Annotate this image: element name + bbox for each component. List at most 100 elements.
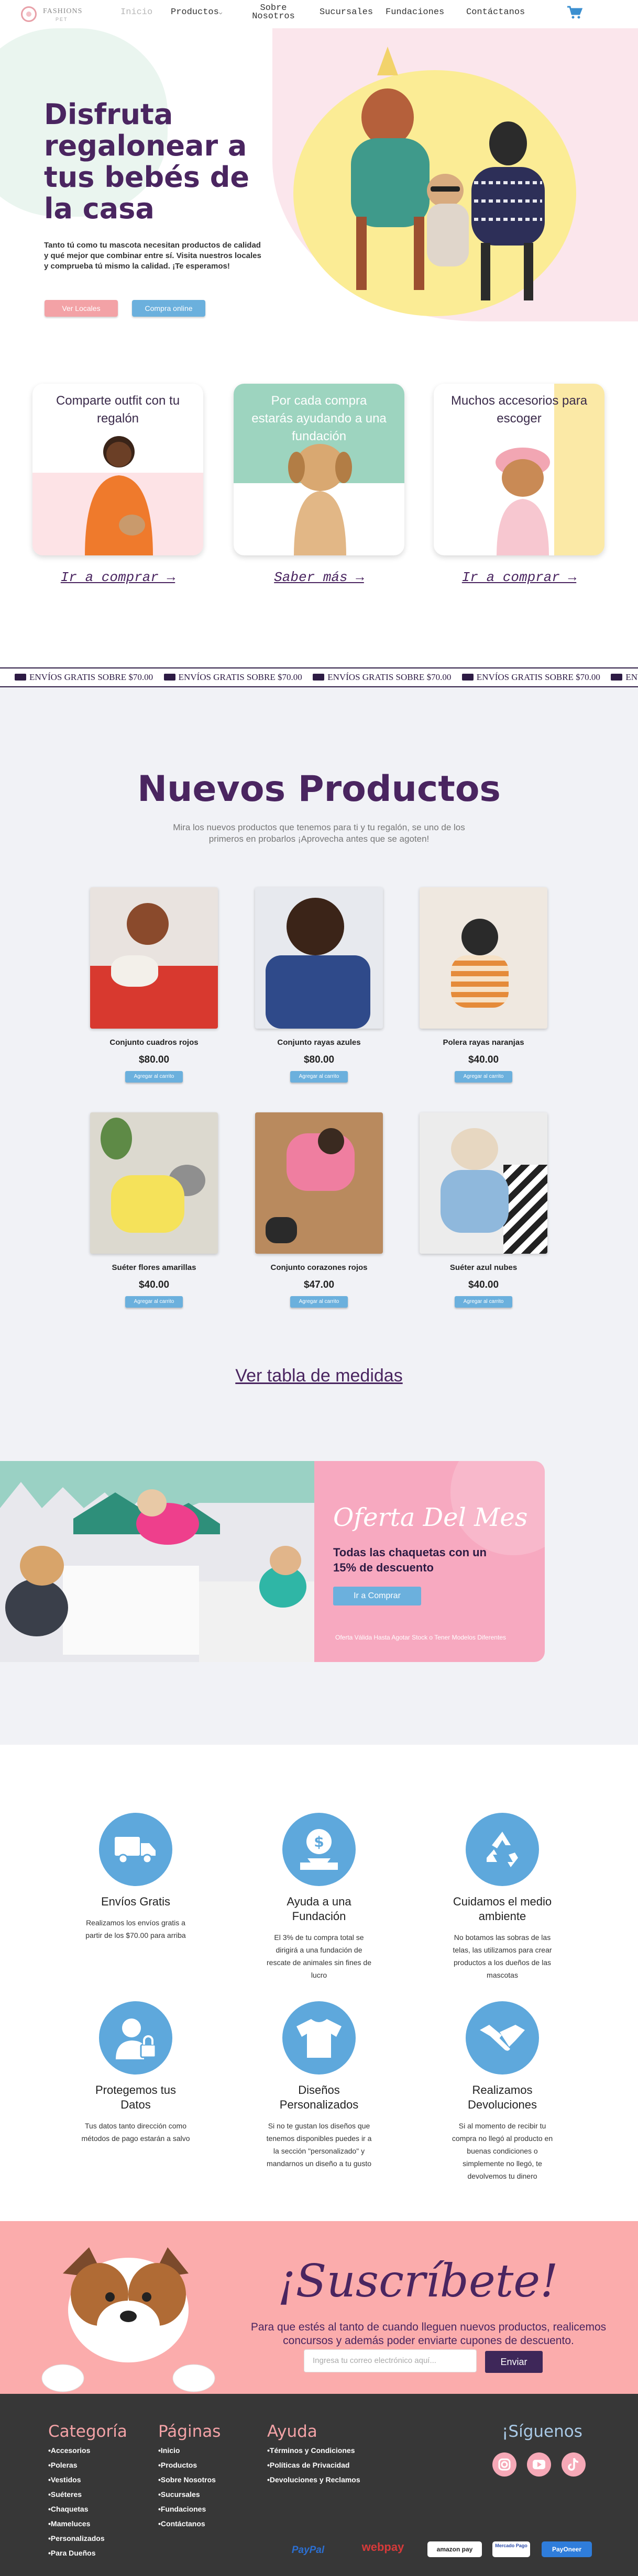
footer-link[interactable]: •Mameluces <box>48 2516 127 2531</box>
footer-link[interactable]: •Personalizados <box>48 2531 127 2546</box>
free-shipping-marquee: ENVÍOS GRATIS SOBRE $70.00 ENVÍOS GRATIS… <box>0 667 638 687</box>
footer-link[interactable]: •Chaquetas <box>48 2502 127 2516</box>
payment-amazon-pay: amazon pay <box>427 2541 482 2557</box>
footer-paginas: Páginas •Inicio •Productos •Sobre Nosotr… <box>158 2422 221 2531</box>
footer-link[interactable]: •Productos <box>158 2458 221 2472</box>
compra-online-button[interactable]: Compra online <box>132 300 205 317</box>
benefit-text: El 3% de tu compra total se dirigirá a u… <box>267 1933 371 1979</box>
footer-link[interactable]: •Accesorios <box>48 2443 127 2458</box>
footer-link[interactable]: •Sobre Nosotros <box>158 2472 221 2487</box>
add-to-cart-button[interactable]: Agregar al carrito <box>290 1296 348 1308</box>
product-name: Suéter flores amarillas <box>112 1263 196 1272</box>
product-name: Conjunto rayas azules <box>277 1038 361 1047</box>
offer-buy-button[interactable]: Ir a Comprar <box>333 1587 421 1605</box>
footer-link[interactable]: •Poleras <box>48 2458 127 2472</box>
feature-card-accesorios[interactable]: Muchos accesorios para escoger <box>434 384 604 555</box>
product-price: $40.00 <box>468 1279 499 1290</box>
recycle-icon <box>466 1813 539 1886</box>
subscribe-title: ¡Suscríbete! <box>278 2255 558 2307</box>
feature-link-saber-mas[interactable]: Saber más → <box>234 570 404 585</box>
nav-fundaciones[interactable]: Fundaciones <box>386 7 444 17</box>
truck-icon <box>163 674 175 681</box>
nav-productos[interactable]: Productos⌵ <box>171 7 222 17</box>
instagram-icon[interactable] <box>492 2452 516 2477</box>
benefit-fundacion: $ Ayuda a una Fundación El 3% de tu comp… <box>233 1813 405 1981</box>
add-to-cart-button[interactable]: Agregar al carrito <box>455 1071 512 1083</box>
benefit-title: Cuidamos el medio ambiente <box>453 1895 552 1923</box>
footer-link[interactable]: •Para Dueños <box>48 2546 127 2560</box>
add-to-cart-button[interactable]: Agregar al carrito <box>455 1296 512 1308</box>
benefit-title: Diseños Personalizados <box>279 2083 359 2111</box>
subscribe-dog-image <box>41 2247 215 2392</box>
product-price: $47.00 <box>303 1279 335 1290</box>
user-lock-icon <box>99 2001 172 2075</box>
offer-panel: Oferta Del Mes Todas las chaquetas con u… <box>314 1461 545 1662</box>
site-logo[interactable]: FASHIONS PET <box>18 3 91 24</box>
footer-link[interactable]: •Políticas de Privacidad <box>267 2458 360 2472</box>
feature-link-comprar-1[interactable]: Ir a comprar → <box>32 570 203 585</box>
subscribe-text: Para que estés al tanto de cuando llegue… <box>250 2321 607 2347</box>
feature-card-outfit[interactable]: Comparte outfit con tu regalón <box>32 384 203 555</box>
marquee-item: ENVÍOS GRATIS SOBRE $70.00 <box>15 668 153 686</box>
product-image[interactable] <box>420 1112 547 1254</box>
footer-link[interactable]: •Devoluciones y Reclamos <box>267 2472 360 2487</box>
product-card: Conjunto cuadros rojos $80.00 Agregar al… <box>90 887 218 1083</box>
product-image[interactable] <box>90 887 218 1029</box>
add-to-cart-button[interactable]: Agregar al carrito <box>290 1071 348 1083</box>
footer-link[interactable]: •Sucursales <box>158 2487 221 2502</box>
tshirt-icon <box>282 2001 356 2075</box>
footer-link[interactable]: •Suéteres <box>48 2487 127 2502</box>
footer-link[interactable]: •Vestidos <box>48 2472 127 2487</box>
hero-section: Disfruta regalonear a tus bebés de la ca… <box>0 28 638 342</box>
youtube-icon[interactable] <box>527 2452 551 2477</box>
tiktok-icon[interactable] <box>562 2452 586 2477</box>
benefit-title: Protegemos tus Datos <box>95 2083 177 2111</box>
product-name: Polera rayas naranjas <box>443 1038 524 1047</box>
footer-heading: Páginas <box>158 2422 221 2441</box>
product-card: Suéter flores amarillas $40.00 Agregar a… <box>90 1112 218 1308</box>
email-input[interactable]: Ingresa tu correo electrónico aquí... <box>304 2349 477 2372</box>
product-price: $80.00 <box>303 1054 335 1065</box>
product-image[interactable] <box>90 1112 218 1254</box>
benefit-text: Tus datos tanto dirección como métodos d… <box>81 2122 190 2143</box>
nav-sucursales[interactable]: Sucursales <box>320 7 373 17</box>
benefit-text: Si no te gustan los diseños que tenemos … <box>266 2122 372 2168</box>
footer-link[interactable]: •Contáctanos <box>158 2516 221 2531</box>
ver-locales-button[interactable]: Ver Locales <box>45 300 118 317</box>
benefit-text: No botamos las sobras de las telas, las … <box>453 1933 552 1979</box>
nav-contactanos[interactable]: Contáctanos <box>466 7 525 17</box>
add-to-cart-button[interactable]: Agregar al carrito <box>125 1296 183 1308</box>
product-image[interactable] <box>255 1112 383 1254</box>
product-image[interactable] <box>255 887 383 1029</box>
feature-card-fundacion[interactable]: Por cada compra estarás ayudando a una f… <box>234 384 404 555</box>
truck-icon <box>313 674 325 681</box>
benefit-title: Envíos Gratis <box>101 1895 171 1908</box>
products-section: Nuevos Productos Mira los nuevos product… <box>0 687 638 1745</box>
handshake-icon <box>466 2001 539 2075</box>
subscribe-button[interactable]: Enviar <box>485 2351 543 2373</box>
logo-mark-icon <box>21 6 37 22</box>
feature-caption: Muchos accesorios para escoger <box>450 394 588 426</box>
product-price: $40.00 <box>468 1054 499 1065</box>
feature-link-comprar-2[interactable]: Ir a comprar → <box>434 570 604 585</box>
offer-image <box>0 1461 314 1662</box>
products-title: Nuevos Productos <box>137 768 501 810</box>
footer-link[interactable]: •Inicio <box>158 2443 221 2458</box>
nav-sobre-nosotros[interactable]: Sobre Nosotros <box>248 4 299 21</box>
size-table-link[interactable]: Ver tabla de medidas <box>0 1366 638 1386</box>
offer-note: Oferta Válida Hasta Agotar Stock o Tener… <box>335 1634 506 1641</box>
logo-line1: FASHIONS <box>43 7 83 15</box>
donation-icon: $ <box>282 1813 356 1886</box>
benefit-text: Si al momento de recibir tu compra no ll… <box>452 2122 553 2180</box>
truck-icon <box>15 674 26 681</box>
shopping-cart-icon[interactable] <box>567 5 582 20</box>
product-image[interactable] <box>420 887 547 1029</box>
footer-heading: Ayuda <box>267 2422 317 2441</box>
footer-link[interactable]: •Términos y Condiciones <box>267 2443 360 2458</box>
footer-categoria: Categoría •Accesorios •Poleras •Vestidos… <box>48 2422 127 2560</box>
footer-link[interactable]: •Fundaciones <box>158 2502 221 2516</box>
nav-inicio[interactable]: Inicio <box>120 7 152 17</box>
footer-ayuda: Ayuda •Términos y Condiciones •Políticas… <box>267 2422 360 2487</box>
add-to-cart-button[interactable]: Agregar al carrito <box>125 1071 183 1083</box>
product-card: Conjunto rayas azules $80.00 Agregar al … <box>255 887 383 1083</box>
